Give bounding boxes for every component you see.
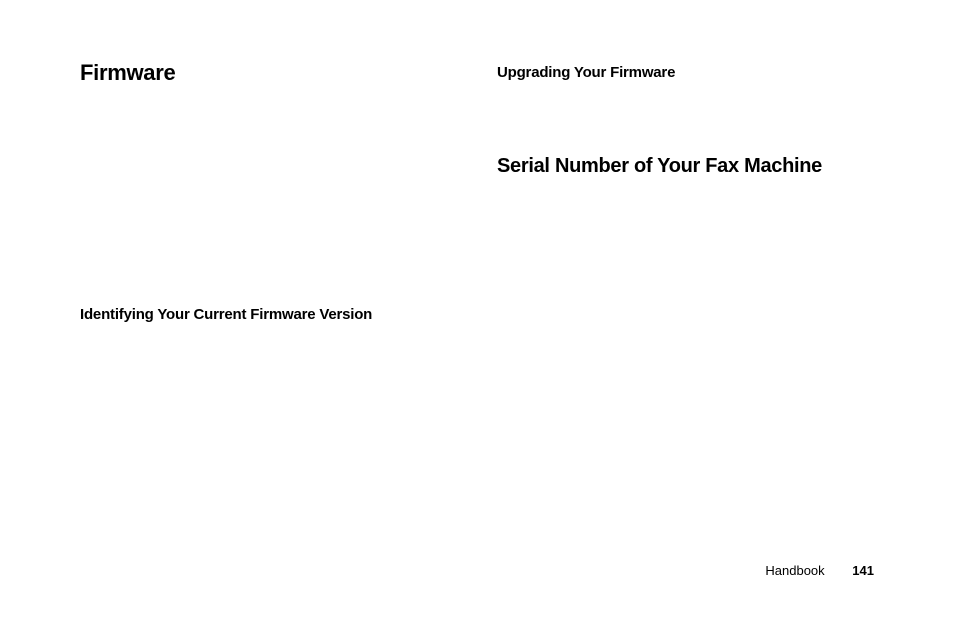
subheading-upgrading: Upgrading Your Firmware bbox=[497, 64, 874, 81]
document-page: Firmware Identifying Your Current Firmwa… bbox=[0, 0, 954, 618]
two-column-layout: Firmware Identifying Your Current Firmwa… bbox=[80, 60, 874, 323]
left-column: Firmware Identifying Your Current Firmwa… bbox=[80, 60, 457, 323]
section-heading-serial: Serial Number of Your Fax Machine bbox=[497, 155, 874, 178]
right-column: Upgrading Your Firmware Serial Number of… bbox=[497, 60, 874, 323]
footer-page-number: 141 bbox=[852, 563, 874, 578]
main-heading-firmware: Firmware bbox=[80, 60, 457, 86]
footer-book-label: Handbook bbox=[765, 563, 824, 578]
subheading-identify-version: Identifying Your Current Firmware Versio… bbox=[80, 306, 457, 323]
page-footer: Handbook 141 bbox=[765, 563, 874, 578]
